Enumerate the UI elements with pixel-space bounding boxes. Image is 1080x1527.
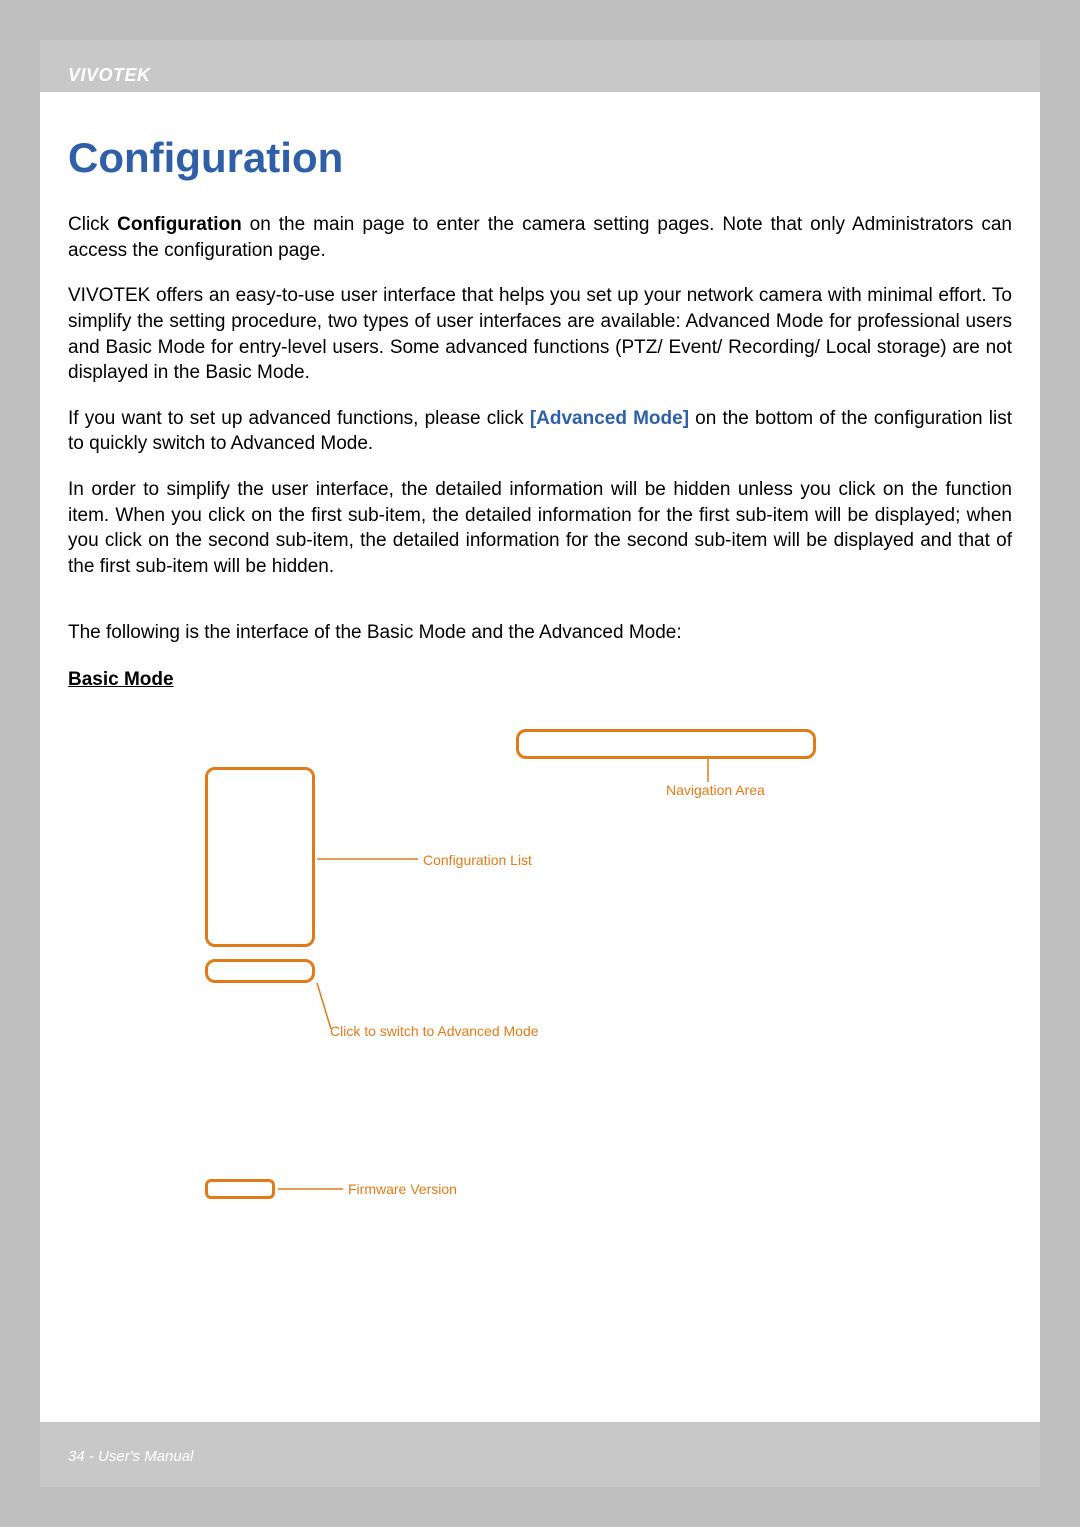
switch-mode-label: Click to switch to Advanced Mode [330, 1023, 539, 1039]
paragraph-3: If you want to set up advanced functions… [68, 406, 1012, 457]
switch-mode-box [205, 959, 315, 983]
footer-page-info: 34 - User's Manual [68, 1448, 193, 1465]
firmware-version-label: Firmware Version [348, 1181, 457, 1197]
advanced-mode-link-text: [Advanced Mode] [530, 408, 689, 429]
document-page: VIVOTEK Configuration Click Configuratio… [40, 40, 1040, 1487]
brand-name: VIVOTEK [68, 65, 151, 86]
p1-pre: Click [68, 214, 117, 235]
page-title: Configuration [68, 134, 1012, 182]
paragraph-4: In order to simplify the user interface,… [68, 477, 1012, 580]
p3-pre: If you want to set up advanced functions… [68, 408, 530, 429]
page-content: Configuration Click Configuration on the… [40, 92, 1040, 1231]
navigation-area-box [516, 729, 816, 759]
configuration-list-label: Configuration List [423, 852, 532, 868]
firmware-version-box [205, 1179, 275, 1199]
paragraph-5: The following is the interface of the Ba… [68, 620, 1012, 646]
basic-mode-diagram: Navigation Area Configuration List Click… [68, 711, 1012, 1231]
paragraph-2: VIVOTEK offers an easy-to-use user inter… [68, 283, 1012, 386]
paragraph-1: Click Configuration on the main page to … [68, 212, 1012, 263]
configuration-list-box [205, 767, 315, 947]
basic-mode-heading: Basic Mode [68, 669, 1012, 691]
page-footer-band: 34 - User's Manual [40, 1422, 1040, 1487]
p1-bold-configuration: Configuration [117, 214, 242, 235]
page-header-band: VIVOTEK [40, 40, 1040, 92]
navigation-area-label: Navigation Area [666, 782, 765, 798]
